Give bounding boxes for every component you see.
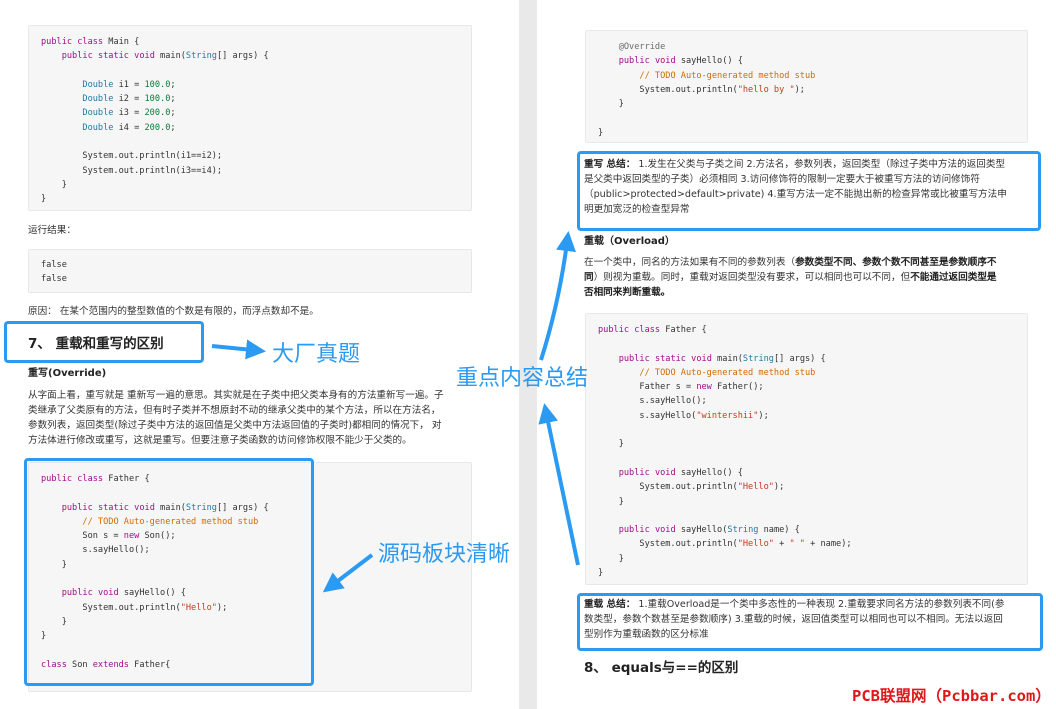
arrow-to-override-summary [539, 231, 576, 361]
arrow-to-source-code [322, 553, 374, 593]
watermark: PCB联盟网（Pcbbar.com） [852, 687, 1051, 705]
annotation-key-summary: 重点内容总结 [456, 366, 589, 391]
annotation-clear-source: 源码板块清晰 [378, 542, 511, 567]
annotation-interview-questions: 大厂真题 [272, 342, 361, 367]
arrow-to-overload-summary [538, 403, 580, 566]
annotation-arrows [211, 231, 580, 593]
arrow-to-interview-label [211, 339, 266, 360]
